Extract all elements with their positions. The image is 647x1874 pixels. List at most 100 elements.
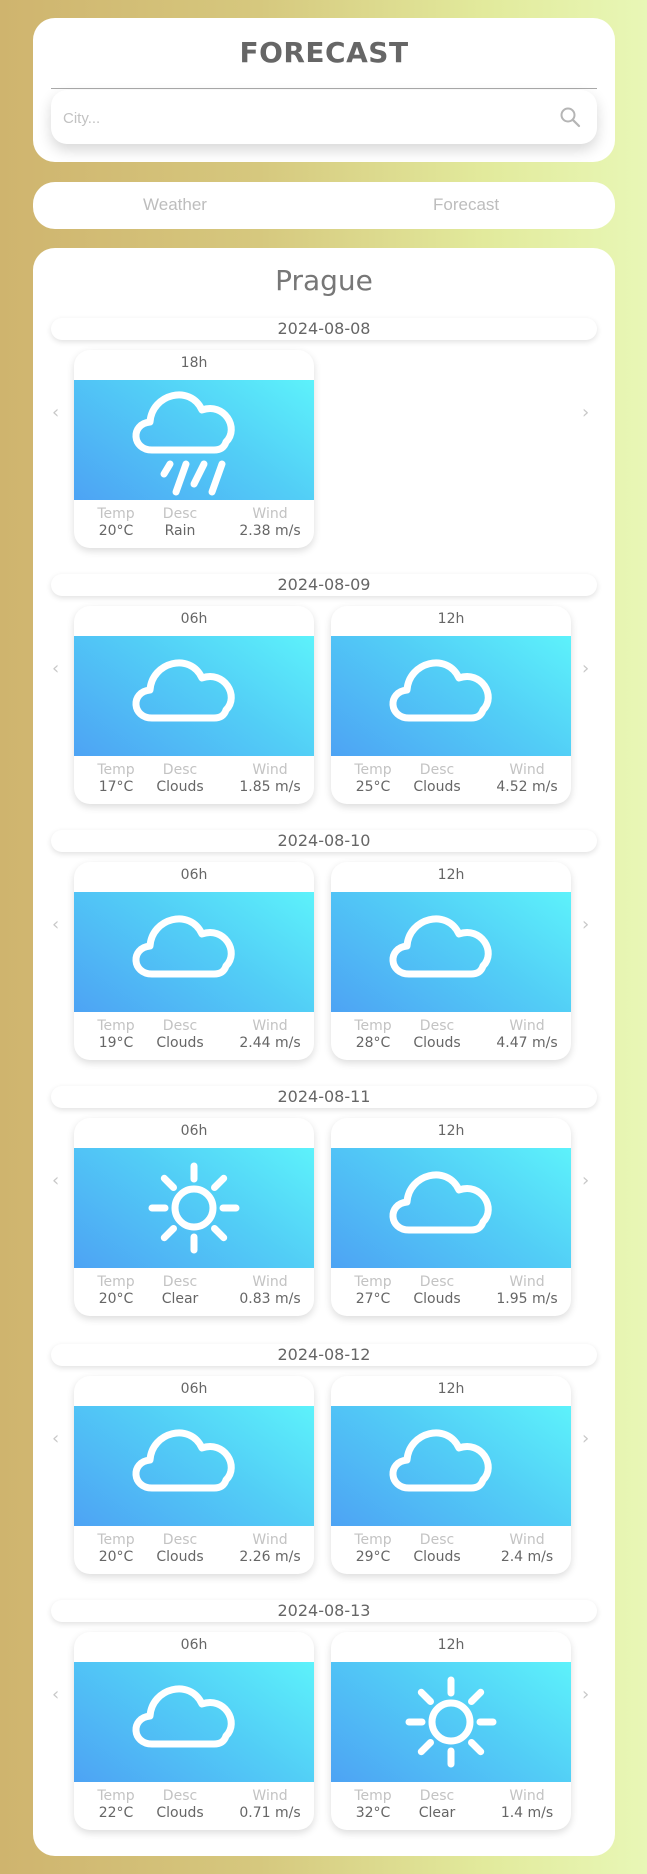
wind-column: Wind 4.47 m/s [487, 1018, 567, 1052]
desc-column: Desc Clouds [140, 1788, 220, 1822]
desc-label: Desc [162, 1532, 198, 1548]
desc-column: Desc Clouds [397, 1018, 477, 1052]
desc-label: Desc [162, 762, 198, 778]
date-header: 2024-08-08 [51, 318, 597, 340]
desc-value: Clouds [156, 1035, 204, 1051]
wind-column: Wind 2.38 m/s [230, 506, 310, 540]
wind-value: 2.44 m/s [239, 1035, 301, 1051]
cloud-icon [132, 1685, 235, 1748]
tab-forecast[interactable]: Forecast [433, 195, 499, 215]
desc-column: Desc Clear [397, 1788, 477, 1822]
prev-arrow[interactable]: ‹ [52, 1428, 59, 1449]
desc-column: Desc Clouds [140, 1018, 220, 1052]
desc-label: Desc [419, 1532, 455, 1548]
wind-value: 0.83 m/s [239, 1291, 301, 1307]
forecast-day: 2024-08-10 ‹ › 06h Temp 19°C Desc Clouds Wind 2.4… [33, 830, 615, 1062]
forecast-hour: 06h [180, 611, 208, 627]
page-title: FORECAST [239, 36, 409, 69]
weather-image [331, 636, 571, 756]
forecast-hour: 12h [437, 611, 465, 627]
wind-label: Wind [252, 1788, 288, 1804]
rain-icon [132, 391, 235, 496]
desc-column: Desc Clouds [397, 1532, 477, 1566]
next-arrow[interactable]: › [582, 1428, 589, 1449]
weather-image [331, 892, 571, 1012]
wind-value: 1.85 m/s [239, 779, 301, 795]
wind-label: Wind [509, 762, 545, 778]
desc-column: Desc Clouds [397, 1274, 477, 1308]
prev-arrow[interactable]: ‹ [52, 658, 59, 679]
desc-value: Rain [164, 523, 196, 539]
next-arrow[interactable]: › [582, 1684, 589, 1705]
sun-icon [148, 1162, 240, 1254]
wind-value: 4.47 m/s [496, 1035, 558, 1051]
desc-label: Desc [419, 762, 455, 778]
wind-label: Wind [252, 1274, 288, 1290]
forecast-hour: 06h [180, 1123, 208, 1139]
desc-label: Desc [419, 1788, 455, 1804]
desc-column: Desc Clouds [140, 762, 220, 796]
search-box [51, 90, 597, 146]
desc-label: Desc [419, 1274, 455, 1290]
desc-column: Desc Rain [140, 506, 220, 540]
prev-arrow[interactable]: ‹ [52, 1684, 59, 1705]
wind-value: 2.38 m/s [239, 523, 301, 539]
forecast-card: 06h Temp 20°C Desc Clouds Wind 2.26 m/s [74, 1376, 314, 1574]
date-header: 2024-08-11 [51, 1086, 597, 1108]
wind-label: Wind [509, 1532, 545, 1548]
weather-image [331, 1406, 571, 1526]
desc-value: Clear [418, 1805, 456, 1821]
cloud-icon [132, 1429, 235, 1492]
desc-value: Clouds [156, 779, 204, 795]
forecast-card: 12h Temp 29°C Desc Clouds Wind 2.4 m/s [331, 1376, 571, 1574]
next-arrow[interactable]: › [582, 1170, 589, 1191]
wind-column: Wind 2.26 m/s [230, 1532, 310, 1566]
forecast-card: 06h Temp 22°C Desc Clouds Wind 0.71 m/s [74, 1632, 314, 1830]
wind-label: Wind [252, 1018, 288, 1034]
wind-value: 1.95 m/s [496, 1291, 558, 1307]
forecast-day: 2024-08-13 ‹ › 06h Temp 22°C Desc Clouds Wind 0.7… [33, 1600, 615, 1832]
prev-arrow[interactable]: ‹ [52, 1170, 59, 1191]
forecast-hour: 06h [180, 867, 208, 883]
wind-column: Wind 4.52 m/s [487, 762, 567, 796]
date-header: 2024-08-12 [51, 1344, 597, 1366]
wind-value: 0.71 m/s [239, 1805, 301, 1821]
desc-label: Desc [162, 1018, 198, 1034]
cloud-icon [132, 915, 235, 978]
forecast-card: 12h Temp 25°C Desc Clouds Wind 4.52 m/s [331, 606, 571, 804]
wind-column: Wind 1.4 m/s [487, 1788, 567, 1822]
next-arrow[interactable]: › [582, 658, 589, 679]
prev-arrow[interactable]: ‹ [52, 914, 59, 935]
forecast-day: 2024-08-12 ‹ › 06h Temp 20°C Desc Clouds Wind 2.2… [33, 1344, 615, 1576]
wind-label: Wind [252, 506, 288, 522]
search-input[interactable] [61, 90, 535, 146]
desc-label: Desc [162, 1788, 198, 1804]
forecast-card: 12h Temp 32°C Desc Clear Wind 1.4 m/s [331, 1632, 571, 1830]
cloud-icon [389, 915, 492, 978]
tab-weather[interactable]: Weather [143, 195, 207, 215]
forecast-card: 12h Temp 27°C Desc Clouds Wind 1.95 m/s [331, 1118, 571, 1316]
weather-image [331, 1148, 571, 1268]
cloud-icon [389, 659, 492, 722]
wind-column: Wind 2.4 m/s [487, 1532, 567, 1566]
desc-label: Desc [162, 1274, 198, 1290]
desc-column: Desc Clear [140, 1274, 220, 1308]
forecast-card: 06h Temp 17°C Desc Clouds Wind 1.85 m/s [74, 606, 314, 804]
header-panel: FORECAST [33, 18, 615, 162]
wind-label: Wind [252, 1532, 288, 1548]
prev-arrow[interactable]: ‹ [52, 402, 59, 423]
weather-image [74, 892, 314, 1012]
forecast-day: 2024-08-11 ‹ › 06h Temp 20°C Desc Clear Wind 0.83… [33, 1086, 615, 1318]
next-arrow[interactable]: › [582, 402, 589, 423]
forecast-hour: 12h [437, 867, 465, 883]
weather-image [74, 1148, 314, 1268]
wind-value: 1.4 m/s [500, 1805, 554, 1821]
wind-column: Wind 1.95 m/s [487, 1274, 567, 1308]
weather-image [74, 636, 314, 756]
weather-image [74, 1662, 314, 1782]
next-arrow[interactable]: › [582, 914, 589, 935]
search-icon[interactable] [559, 106, 581, 128]
weather-image [74, 1406, 314, 1526]
desc-value: Clouds [413, 1291, 461, 1307]
weather-image [74, 380, 314, 500]
